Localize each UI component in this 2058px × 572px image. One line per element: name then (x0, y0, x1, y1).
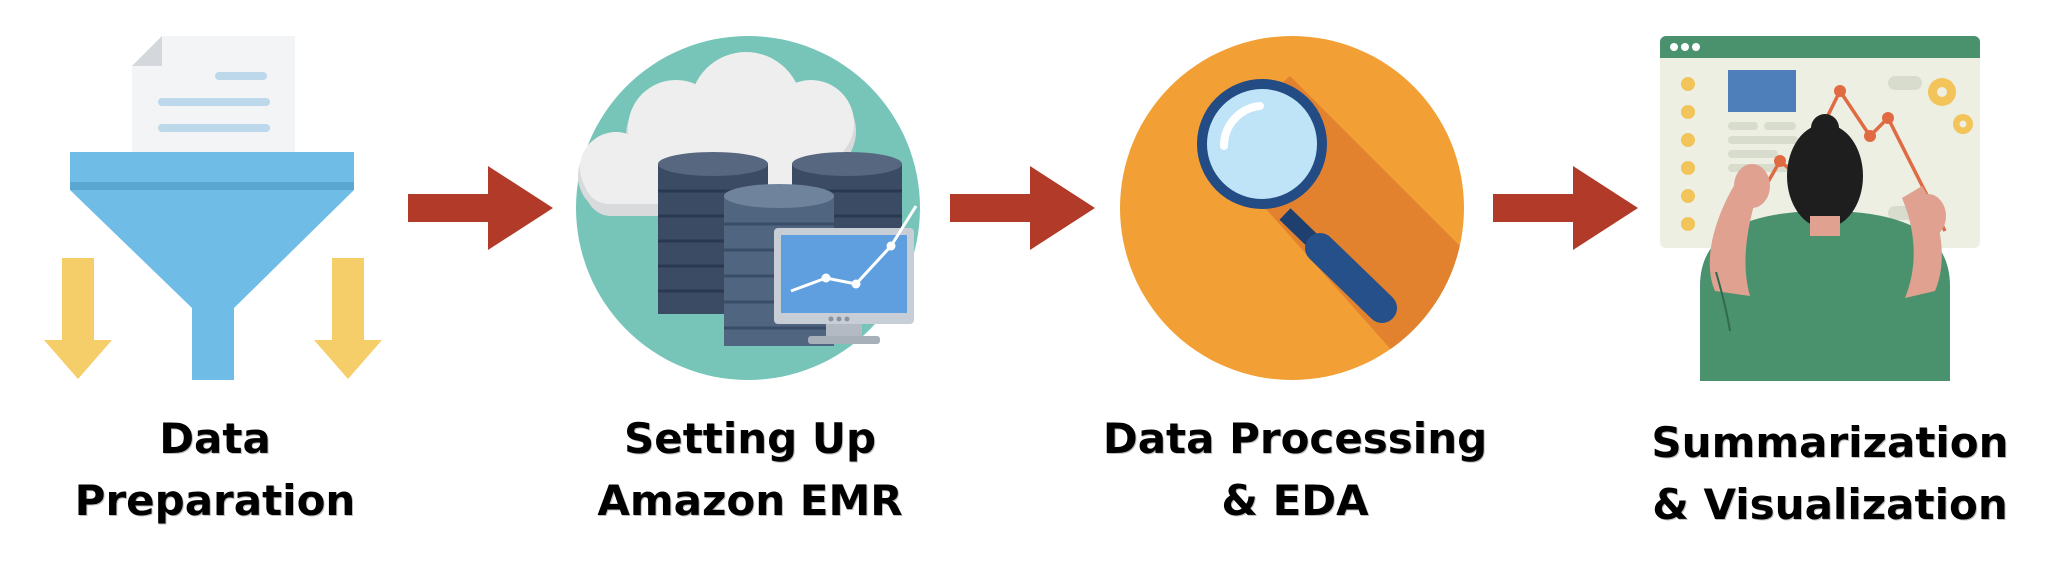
step-label-line: Data (159, 414, 271, 463)
step-label-line: Preparation (74, 476, 356, 525)
dashboard-person-icon (1660, 36, 1980, 381)
step-label-line: & Visualization (1652, 480, 2008, 529)
step-label-summarization: Summarization & Visualization (1625, 412, 2035, 536)
cloud-database-icon (576, 36, 920, 380)
pipeline-diagram: Data Preparation Setting Up Amazon EMR D… (0, 0, 2058, 572)
step-label-line: & EDA (1221, 476, 1369, 525)
funnel-icon (44, 36, 382, 380)
step-label-data-preparation: Data Preparation (50, 408, 380, 532)
arrow-right-icon (1493, 166, 1638, 250)
step-label-data-processing: Data Processing & EDA (1095, 408, 1495, 532)
step-label-line: Summarization (1651, 418, 2009, 467)
step-label-line: Amazon EMR (597, 476, 903, 525)
step-label-setting-up-emr: Setting Up Amazon EMR (580, 408, 920, 532)
magnifying-glass-icon (1120, 36, 1464, 380)
arrow-right-icon (950, 166, 1095, 250)
arrow-right-icon (408, 166, 553, 250)
step-label-line: Setting Up (623, 414, 877, 463)
step-label-line: Data Processing (1102, 414, 1488, 463)
